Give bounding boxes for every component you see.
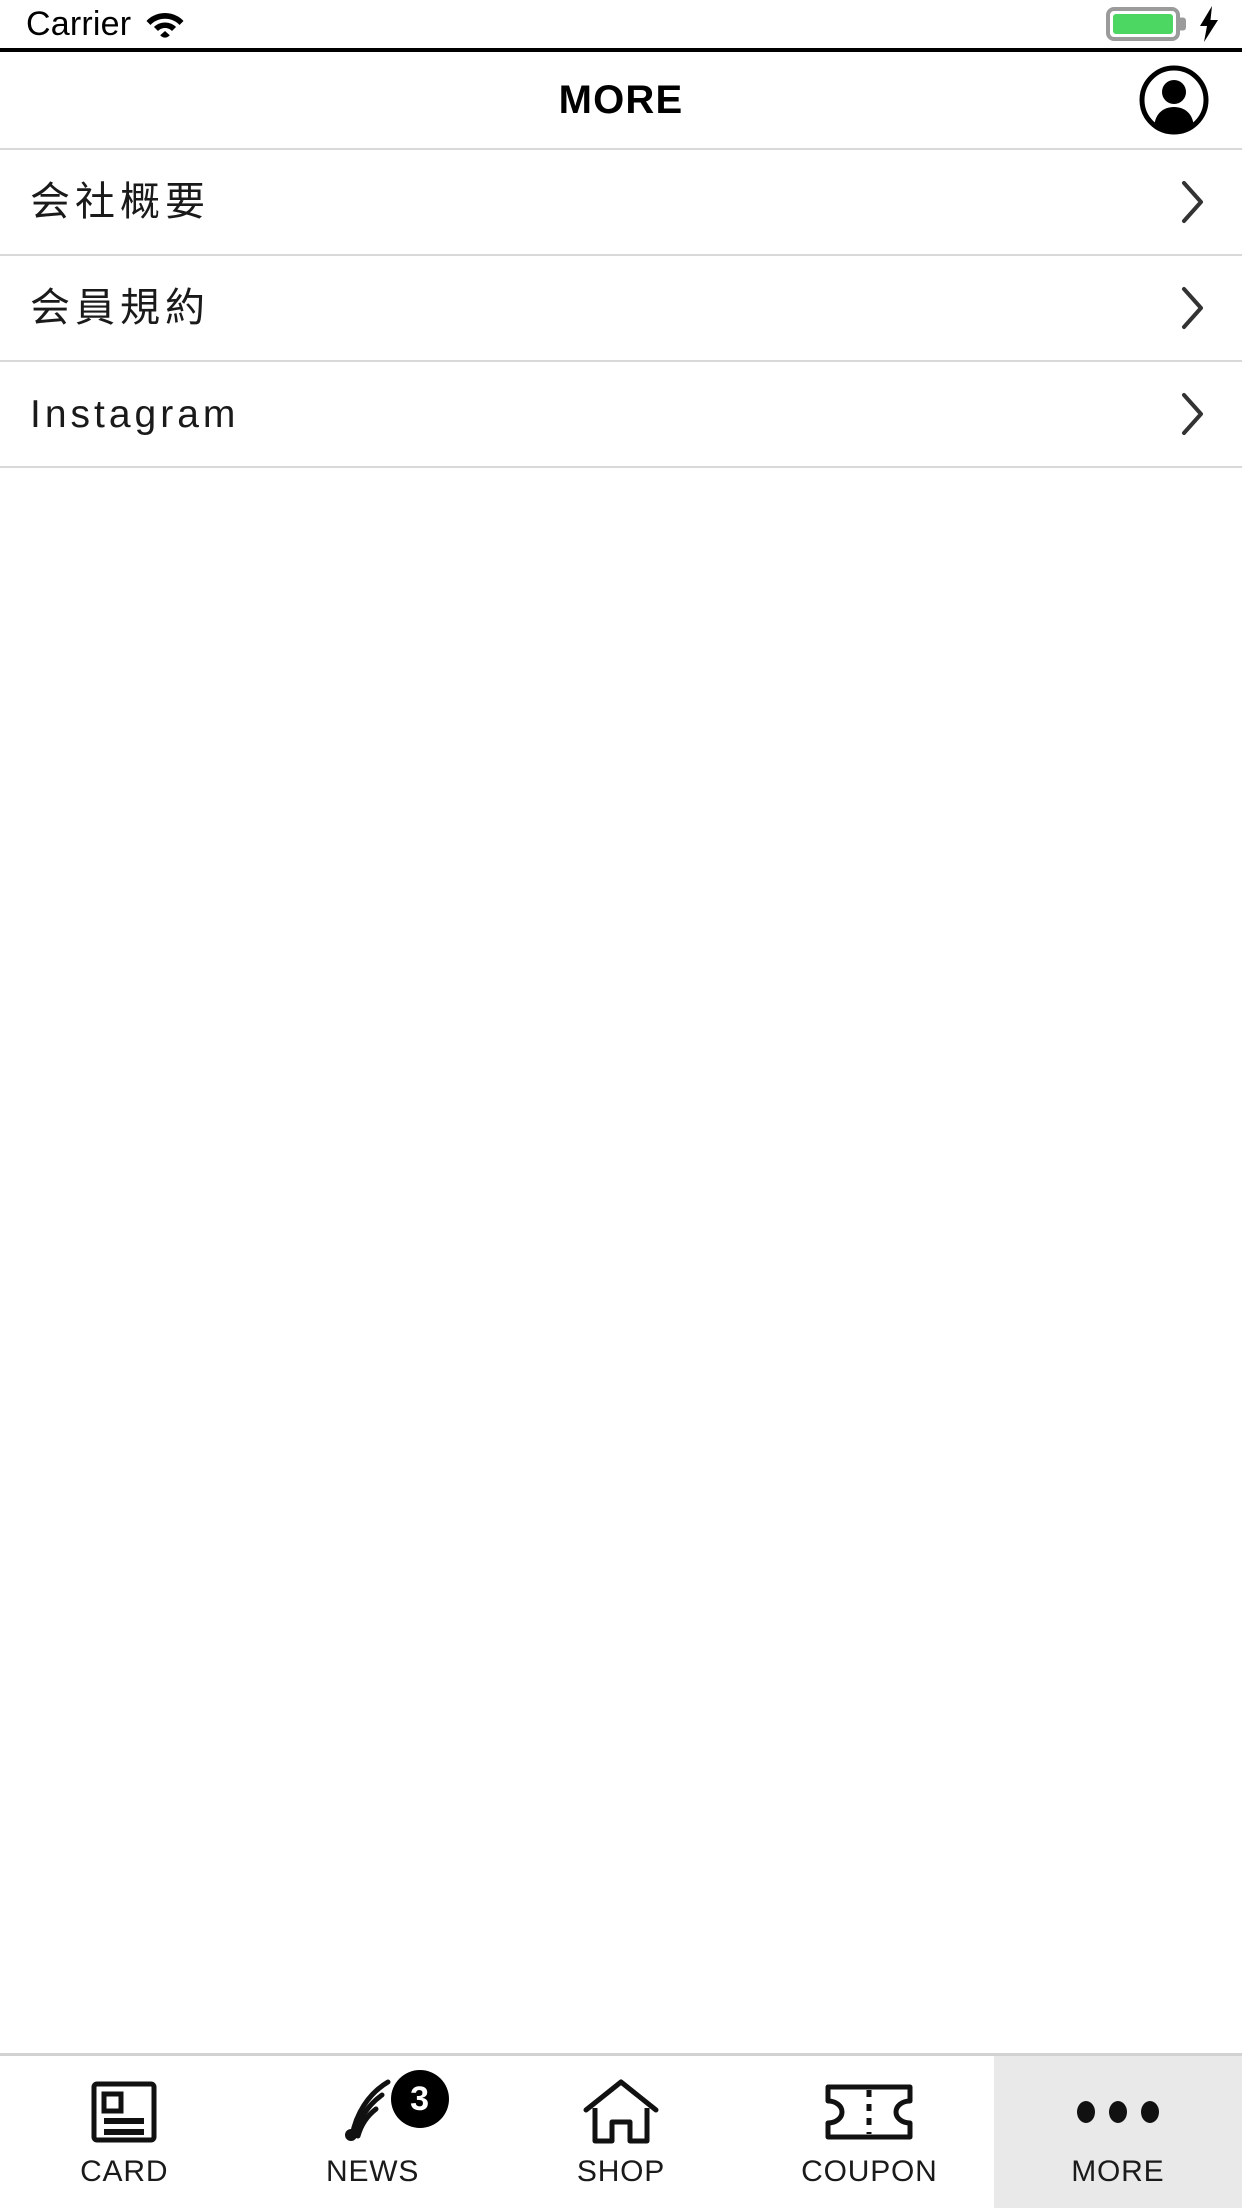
status-bar: Carrier: [0, 0, 1242, 52]
tab-label: NEWS: [326, 2155, 420, 2188]
tab-more[interactable]: MORE: [993, 2056, 1242, 2208]
page-title: MORE: [558, 77, 684, 122]
menu-item-label: 会社概要: [30, 180, 210, 224]
menu-item-member-terms[interactable]: 会員規約: [0, 256, 1242, 362]
menu-item-label: 会員規約: [30, 286, 210, 330]
bottom-tab-bar: CARD 3 NEWS SHOP COUPON MORE: [0, 2053, 1242, 2208]
tab-shop[interactable]: SHOP: [496, 2056, 746, 2208]
ellipsis-icon: [1076, 2077, 1159, 2147]
chevron-right-icon: [1180, 392, 1206, 436]
tab-label: MORE: [1071, 2155, 1165, 2188]
page-header: MORE: [0, 52, 1242, 150]
menu-item-instagram[interactable]: Instagram: [0, 362, 1242, 468]
ellipsis-dot: [1076, 2101, 1095, 2123]
account-avatar-icon[interactable]: [1138, 64, 1210, 136]
tab-news[interactable]: 3 NEWS: [248, 2056, 497, 2208]
menu-list: 会社概要 会員規約 Instagram: [0, 150, 1242, 468]
tab-label: COUPON: [801, 2155, 938, 2188]
app-screen: Carrier MORE 会社概要 会員規約 Instagram CARD 3 …: [0, 0, 1242, 2208]
ticket-icon: [823, 2077, 915, 2147]
battery-icon: [1106, 7, 1180, 41]
tab-label: SHOP: [576, 2155, 666, 2188]
ellipsis-dot: [1140, 2101, 1159, 2123]
home-icon: [581, 2077, 661, 2147]
card-icon: [87, 2077, 161, 2147]
carrier-label: Carrier: [26, 5, 132, 43]
menu-item-company-profile[interactable]: 会社概要: [0, 150, 1242, 256]
news-badge: 3: [390, 2070, 449, 2128]
wifi-icon: [145, 9, 185, 39]
lightning-bolt-icon: [1198, 6, 1220, 42]
status-bar-left: Carrier: [26, 7, 185, 41]
tab-card[interactable]: CARD: [0, 2056, 249, 2208]
menu-item-label: Instagram: [30, 392, 240, 436]
ellipsis-dot: [1108, 2101, 1127, 2123]
tab-coupon[interactable]: COUPON: [745, 2056, 994, 2208]
chevron-right-icon: [1180, 180, 1206, 224]
tab-label: CARD: [80, 2155, 169, 2188]
battery-fill: [1113, 14, 1173, 34]
status-bar-right: [1106, 6, 1220, 42]
content-area: [0, 468, 1242, 2053]
chevron-right-icon: [1180, 286, 1206, 330]
